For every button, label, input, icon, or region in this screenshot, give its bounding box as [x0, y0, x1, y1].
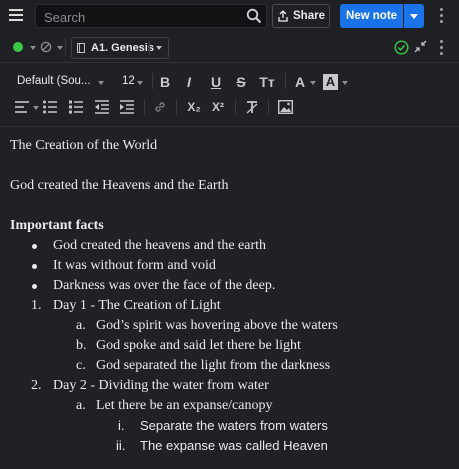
chevron-down-icon [98, 81, 104, 85]
bullet-marker [32, 244, 37, 249]
share-icon [278, 10, 288, 22]
chevron-down-icon [410, 14, 418, 19]
list-marker: b. [76, 338, 87, 353]
bullet-marker [32, 264, 37, 269]
share-button[interactable]: Share [272, 4, 330, 28]
font-family-value: Default (Sou... [17, 75, 91, 87]
list-item[interactable]: The expanse was called Heaven [140, 438, 328, 453]
new-note-button[interactable]: New note [340, 4, 403, 28]
bullet-list-icon[interactable] [42, 99, 58, 115]
superscript-button[interactable]: X² [209, 98, 227, 116]
notebook-selector[interactable]: A1. Genesis [71, 37, 169, 59]
list-item[interactable]: God’s spirit was hovering above the wate… [96, 318, 338, 334]
search-box[interactable] [35, 4, 267, 28]
subscript-button[interactable]: X₂ [185, 98, 203, 116]
list-item[interactable]: Day 1 - The Creation of Light [53, 298, 221, 314]
list-marker: a. [76, 318, 86, 333]
clear-formatting-icon[interactable] [244, 99, 260, 115]
list-item[interactable]: It was without form and void [53, 258, 216, 274]
divider [235, 99, 236, 115]
link-icon[interactable] [153, 100, 167, 114]
notebook-icon [77, 43, 85, 53]
list-marker: 1. [31, 298, 42, 313]
new-note-label: New note [345, 10, 398, 22]
hamburger-menu-icon[interactable] [9, 7, 25, 23]
divider [144, 99, 145, 115]
indent-icon[interactable] [119, 99, 135, 115]
no-reminder-icon[interactable] [40, 41, 52, 53]
note-subtitle-line[interactable]: God created the Heavens and the Earth [10, 178, 228, 194]
insert-image-icon[interactable] [278, 100, 293, 114]
list-marker: c. [76, 358, 86, 373]
highlight-button[interactable]: A [323, 74, 338, 90]
font-color-dropdown-icon[interactable] [310, 81, 316, 85]
reminder-dropdown-icon[interactable] [57, 46, 63, 50]
underline-button[interactable]: U [208, 73, 224, 91]
outdent-icon[interactable] [94, 99, 110, 115]
divider [176, 99, 177, 115]
text-size-button[interactable]: Tт [257, 73, 277, 91]
note-options-icon[interactable] [438, 40, 444, 58]
font-size-select[interactable]: 12 [118, 72, 144, 92]
font-color-button[interactable]: A [293, 73, 307, 91]
bold-button[interactable]: B [157, 73, 173, 91]
chevron-down-icon [137, 81, 143, 85]
list-item[interactable]: God separated the light from the darknes… [96, 358, 330, 374]
divider [152, 73, 153, 89]
note-title-line[interactable]: The Creation of the World [10, 138, 157, 154]
align-dropdown-icon[interactable] [33, 106, 39, 110]
list-marker: ii. [116, 438, 126, 453]
notebook-label: A1. Genesis [91, 42, 154, 54]
list-item[interactable]: Let there be an expanse/canopy [96, 398, 272, 414]
search-icon[interactable] [246, 8, 262, 24]
note-editor[interactable]: The Creation of the World God created th… [0, 127, 459, 469]
share-label: Share [293, 10, 325, 22]
italic-button[interactable]: I [181, 73, 197, 91]
font-size-value: 12 [122, 75, 135, 87]
divider [65, 39, 66, 55]
more-options-icon[interactable] [438, 8, 444, 26]
list-marker: 2. [31, 378, 42, 393]
list-item[interactable]: Darkness was over the face of the deep. [53, 278, 275, 294]
chevron-down-icon[interactable] [156, 46, 162, 50]
divider [149, 41, 150, 55]
strikethrough-button[interactable]: S [233, 73, 249, 91]
divider [268, 99, 269, 115]
highlight-dropdown-icon[interactable] [342, 81, 348, 85]
list-item[interactable]: God created the heavens and the earth [53, 238, 266, 254]
note-bar [0, 32, 459, 63]
note-status-dot[interactable] [13, 42, 23, 52]
list-item[interactable]: Separate the waters from waters [140, 418, 328, 433]
list-marker: a. [76, 398, 86, 413]
numbered-list-icon[interactable] [68, 99, 84, 115]
collapse-icon[interactable] [414, 40, 427, 53]
status-dropdown-icon[interactable] [30, 46, 36, 50]
list-marker: i. [118, 418, 125, 433]
list-item[interactable]: God spoke and said let there be light [96, 338, 301, 354]
bullet-marker [32, 284, 37, 289]
important-facts-heading[interactable]: Important facts [10, 218, 104, 234]
new-note-dropdown-button[interactable] [404, 4, 424, 28]
font-family-select[interactable]: Default (Sou... [13, 72, 109, 92]
list-item[interactable]: Day 2 - Dividing the water from water [53, 378, 269, 394]
divider [285, 73, 286, 89]
align-left-icon[interactable] [14, 100, 32, 114]
synced-check-icon [394, 40, 409, 55]
search-input[interactable] [42, 7, 242, 27]
